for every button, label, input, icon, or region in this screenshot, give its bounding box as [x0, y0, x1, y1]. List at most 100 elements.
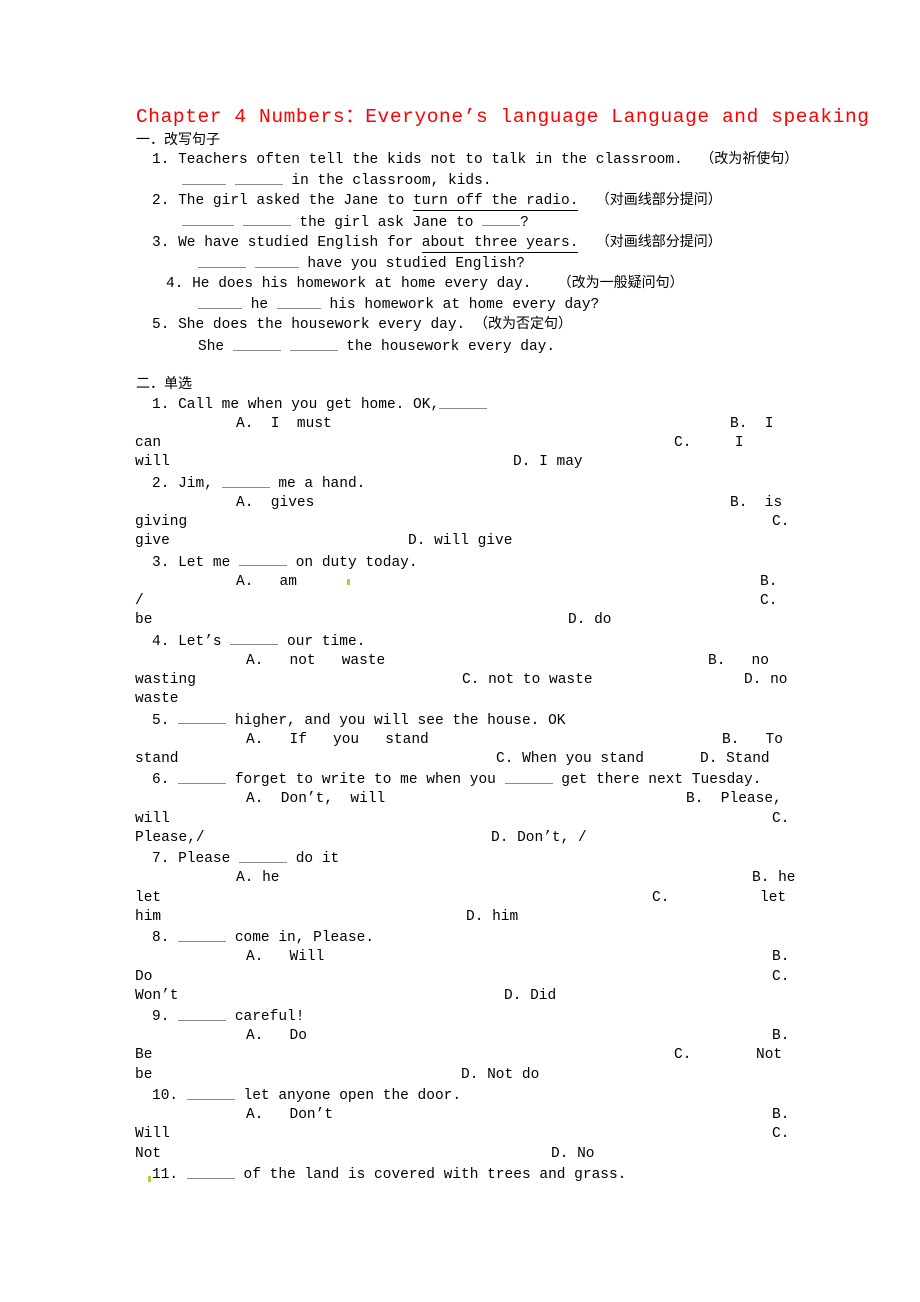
s2-q1-options-row1: A. I must B. I [136, 415, 820, 434]
answer-blank[interactable] [276, 294, 321, 310]
option-a[interactable]: A. Do [246, 1027, 307, 1046]
option-d[interactable]: D. will give [408, 532, 512, 551]
option-a[interactable]: A. am [236, 573, 297, 592]
s2-q7-stem: 7. Please do it [136, 848, 820, 869]
option-b[interactable]: B. [772, 1027, 789, 1046]
s1-q2-text: The girl asked the Jane to [178, 193, 405, 210]
answer-blank[interactable] [254, 253, 299, 268]
option-b[interactable]: B. Please, [686, 790, 782, 809]
s1-q3-answer-tail: have you studied English? [307, 255, 525, 272]
s1-q5-answer-tail: the housework every day. [346, 338, 556, 355]
option-b[interactable]: B. [772, 948, 789, 967]
s2-q6-options-row2: will C. [135, 810, 820, 829]
option-c[interactable]: C. When you stand [496, 750, 644, 769]
s1-q1-answer: in the classroom, kids. [136, 170, 820, 191]
option-c[interactable]: C. [674, 1046, 691, 1065]
answer-blank[interactable] [234, 170, 283, 186]
option-b-wrap: will [135, 810, 170, 827]
s1-q1-answer-tail: in the classroom, kids. [291, 173, 492, 190]
option-d[interactable]: D. do [568, 611, 612, 630]
option-b[interactable]: B. no [708, 652, 769, 671]
option-c[interactable]: C. [652, 889, 669, 908]
s2-q10-stem: 10. let anyone open the door. [136, 1085, 820, 1106]
answer-blank[interactable] [439, 394, 488, 409]
s1-q5-answer-lead: She [198, 338, 225, 355]
s2-q7-options-row1: A. he B. he [136, 869, 820, 888]
s2-q4-text-after: our time. [287, 633, 366, 650]
answer-blank[interactable] [230, 631, 279, 646]
s2-q5-options-row2: stand C. When you stand D. Stand [135, 750, 820, 769]
option-b[interactable]: B. I [730, 415, 774, 434]
option-b-wrap: let [135, 889, 162, 906]
answer-blank[interactable] [504, 769, 553, 785]
s1-q4-answer-tail: his homework at home every day? [329, 297, 600, 314]
s2-q4-options-row2: wasting C. not to waste D. no [135, 671, 820, 690]
s2-q3-options-row1: A. am B. [136, 573, 820, 592]
option-b-wrap: Be [135, 1047, 153, 1064]
option-a[interactable]: A. Don’t, will [246, 790, 385, 809]
option-b[interactable]: B. he [752, 869, 796, 888]
option-b[interactable]: B. [760, 573, 777, 592]
option-b[interactable]: B. is [730, 494, 782, 513]
s1-q3-number: 3. [152, 234, 170, 251]
option-b-wrap: Do [135, 968, 153, 985]
s1-q2-prompt: 2. The girl asked the Jane to turn off t… [136, 191, 820, 212]
s2-q5-text-after: higher, and you will see the house. OK [234, 712, 566, 729]
s2-q1-stem: 1. Call me when you get home. OK, [136, 394, 820, 415]
answer-blank[interactable] [239, 552, 288, 567]
answer-blank[interactable] [239, 848, 288, 863]
option-a[interactable]: A. gives [236, 494, 314, 513]
s1-q2-instruction: （对画线部分提问） [595, 192, 722, 209]
s2-q3-options-row2: / C. [135, 592, 820, 611]
option-d[interactable]: D. Did [504, 987, 556, 1006]
option-d[interactable]: D. no [744, 671, 788, 690]
option-c[interactable]: C. [772, 968, 789, 987]
option-d[interactable]: D. Not do [461, 1066, 539, 1085]
s2-q11-text-after: of the land is covered with trees and gr… [243, 1166, 627, 1183]
answer-blank[interactable] [482, 212, 521, 227]
option-c-tail: let [760, 889, 787, 906]
page-title: Chapter 4 Numbers：Everyone’s language La… [136, 106, 870, 128]
answer-blank[interactable] [289, 336, 338, 351]
option-a[interactable]: A. If you stand [246, 731, 429, 750]
s2-q2-options-row1: A. gives B. is [136, 494, 820, 513]
option-a[interactable]: A. he [236, 869, 280, 888]
option-d[interactable]: D. No [551, 1145, 595, 1164]
option-d[interactable]: D. him [466, 908, 518, 927]
option-c[interactable]: C. [772, 513, 789, 532]
option-a[interactable]: A. I must [236, 415, 332, 434]
option-c[interactable]: C. I [674, 434, 744, 453]
option-b[interactable]: B. [772, 1106, 789, 1125]
section-two-heading: 二．单选 [136, 375, 192, 392]
option-a[interactable]: A. Will [246, 948, 324, 967]
s2-q9-options-row2: Be C. Not [135, 1046, 820, 1065]
answer-blank[interactable] [198, 294, 242, 310]
answer-blank[interactable] [198, 253, 246, 268]
option-d[interactable]: D. Don’t, / [491, 829, 587, 848]
option-a[interactable]: A. not waste [246, 652, 385, 671]
s1-q2-answer-mid: the girl ask Jane to [299, 214, 474, 231]
s2-q6-text-after: get there next Tuesday. [561, 772, 762, 789]
option-d[interactable]: D. Stand [700, 750, 770, 769]
stray-mark-icon [347, 578, 350, 585]
answer-blank[interactable] [232, 336, 281, 351]
option-c[interactable]: C. not to waste [462, 671, 593, 690]
answer-blank[interactable] [242, 212, 291, 227]
option-a[interactable]: A. Don’t [246, 1106, 333, 1125]
answer-blank[interactable] [182, 212, 234, 227]
answer-blank[interactable] [186, 1085, 235, 1100]
answer-blank[interactable] [186, 1164, 235, 1179]
answer-blank[interactable] [182, 170, 226, 186]
option-c[interactable]: C. [760, 592, 777, 611]
s2-q10-text-after: let anyone open the door. [243, 1087, 462, 1104]
s2-q11-number: 11. [152, 1166, 179, 1183]
answer-blank[interactable] [221, 473, 270, 488]
option-b[interactable]: B. To [722, 731, 783, 750]
option-c[interactable]: C. [772, 810, 789, 829]
s2-q4-stem: 4. Let’s our time. [136, 631, 820, 652]
option-c[interactable]: C. [772, 1125, 789, 1144]
s1-q1-text: Teachers often tell the kids not to talk… [178, 152, 683, 168]
s2-q5-stem: 5. higher, and you will see the house. O… [136, 710, 820, 731]
s2-q8-options-row1: A. Will B. [136, 948, 820, 967]
option-d[interactable]: D. I may [513, 453, 583, 472]
